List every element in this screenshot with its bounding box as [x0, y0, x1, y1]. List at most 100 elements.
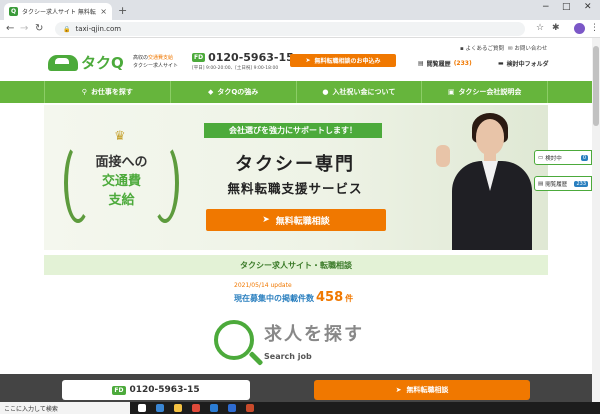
main-nav: ⚲ お仕事を探す ◆ タクQの強み ● 入社祝い金について ▣ タクシー会社説明…	[0, 81, 592, 103]
considering-folder-link[interactable]: ▬ 検討中フォルダ	[498, 59, 549, 68]
wreath-badge: ♛ 面接への 交通費 支給	[64, 123, 179, 228]
bottom-phone-button[interactable]: FD 0120-5963-15	[62, 380, 250, 400]
nav-label: タクQの強み	[217, 88, 259, 96]
float-considering-button[interactable]: ▭ 検討中 0	[534, 150, 592, 165]
bottom-phone-number: 0120-5963-15	[129, 385, 200, 395]
logo-text: タクQ	[81, 54, 124, 72]
paper-plane-icon: ➤	[305, 57, 311, 64]
float-history-button[interactable]: ▤ 閲覧履歴 233	[534, 176, 592, 191]
forward-arrow-icon[interactable]: →	[20, 23, 28, 34]
count-unit: 件	[345, 294, 354, 303]
bottom-consult-button[interactable]: ➤ 無料転職相談	[314, 380, 530, 400]
search-magnifier-icon	[214, 320, 254, 360]
nav-item-strengths[interactable]: ◆ タクQの強み	[171, 81, 297, 103]
freedial-icon: FD	[112, 385, 126, 395]
scrollbar-thumb[interactable]	[593, 46, 599, 126]
tagline-pre: 高収の	[133, 55, 149, 61]
new-tab-button[interactable]: +	[118, 4, 127, 17]
car-logo-icon	[48, 54, 78, 71]
browser-tab-bar: Q タクシー求人サイト 無料転職相談[タ × + − □ ✕	[0, 0, 600, 20]
search-icon: ⚲	[81, 88, 87, 96]
extensions-icon[interactable]: ✱	[552, 23, 560, 33]
freedial-icon: FD	[192, 53, 206, 62]
paper-plane-icon: ➤	[262, 215, 270, 225]
url-field[interactable]: 🔒 taxi-qjin.com	[55, 22, 525, 36]
folder-icon: ▭	[538, 154, 544, 161]
find-job-subtitle: Search job	[264, 352, 312, 361]
count-prefix: 現在募集中の掲載件数	[234, 294, 314, 303]
listing-count: 現在募集中の掲載件数 458 件	[234, 290, 353, 305]
crown-icon: ♛	[114, 129, 126, 144]
site-logo[interactable]: タクQ	[48, 52, 124, 73]
chrome-icon[interactable]	[192, 404, 200, 412]
browser-menu-icon[interactable]: ⋮	[590, 23, 599, 33]
folder-label: 検討中フォルダ	[506, 61, 549, 68]
history-count: (233)	[453, 60, 472, 67]
tagline-line2: タクシー求人サイト	[133, 63, 179, 69]
taskbar-search[interactable]: ここに入力して検索	[0, 402, 130, 414]
faq-link[interactable]: ▪ よくあるご質問	[460, 44, 504, 52]
contact-label: お問い合わせ	[514, 46, 548, 52]
nav-label: タクシー会社説明会	[458, 88, 522, 96]
tagline-highlight: 交通費支給	[148, 55, 174, 61]
nav-item-bonus[interactable]: ● 入社祝い金について	[297, 81, 423, 103]
phone-number: 0120-5963-15	[208, 51, 294, 64]
car-icon: ◆	[207, 88, 214, 96]
lock-icon: 🔒	[63, 25, 71, 33]
minimize-button[interactable]: −	[542, 2, 550, 12]
maximize-button[interactable]: □	[562, 2, 571, 12]
building-icon: ▣	[447, 88, 455, 96]
header-phone[interactable]: FD 0120-5963-15 [平日] 9:00-20:00、[土日祝] 9:…	[192, 51, 294, 71]
tab-close-icon[interactable]: ×	[100, 7, 107, 16]
history-label: 閲覧履歴	[426, 61, 451, 68]
paper-plane-icon: ➤	[395, 386, 402, 394]
float-history-count: 233	[574, 180, 588, 187]
find-job-title: 求人を探す	[264, 324, 364, 345]
history-link[interactable]: ▤ 閲覧履歴 (233)	[418, 59, 472, 68]
app-icon[interactable]	[246, 404, 254, 412]
float-considering-count: 0	[580, 154, 588, 161]
profile-avatar[interactable]	[574, 23, 585, 34]
wreath-line3: 支給	[108, 193, 135, 208]
store-icon[interactable]	[210, 404, 218, 412]
browser-tab[interactable]: Q タクシー求人サイト 無料転職相談[タ ×	[4, 3, 112, 20]
hero-banner: ♛ 面接への 交通費 支給 会社選びを強力にサポートします！ タクシー専門 無料…	[44, 105, 548, 250]
wreath-line1: 面接への	[95, 155, 148, 170]
hero-person-image	[432, 105, 548, 250]
bottom-consult-label: 無料転職相談	[406, 386, 449, 394]
site-header: タクQ 高収の交通費支給 タクシー求人サイト FD 0120-5963-15 […	[0, 38, 592, 78]
nav-label: 入社祝い金について	[332, 88, 396, 96]
task-view-icon[interactable]	[138, 404, 146, 412]
header-consult-button[interactable]: ➤ 無料転職相談のお申込み	[290, 54, 396, 67]
file-explorer-icon[interactable]	[174, 404, 182, 412]
section-band: タクシー求人サイト・転職相談	[44, 255, 548, 275]
count-value: 458	[316, 290, 344, 305]
faq-label: よくあるご質問	[465, 46, 504, 52]
nav-item-briefing[interactable]: ▣ タクシー会社説明会	[422, 81, 548, 103]
nav-item-find-job[interactable]: ⚲ お仕事を探す	[44, 81, 171, 103]
site-favicon-icon: Q	[9, 7, 18, 16]
reload-icon[interactable]: ↻	[35, 23, 43, 34]
os-taskbar: ここに入力して検索	[0, 402, 600, 414]
history-icon: ▤	[418, 60, 424, 67]
contact-link[interactable]: ✉ お問い合わせ	[508, 44, 547, 52]
bookmark-star-icon[interactable]: ☆	[536, 23, 544, 33]
tab-title: タクシー求人サイト 無料転職相談[タ	[22, 9, 96, 16]
update-date: 2021/05/14 update	[234, 282, 292, 289]
header-consult-label: 無料転職相談のお申込み	[314, 58, 381, 65]
hero-ribbon: 会社選びを強力にサポートします！	[204, 123, 382, 138]
hero-consult-label: 無料転職相談	[275, 216, 330, 227]
page-scrollbar[interactable]	[592, 38, 600, 402]
edge-icon[interactable]	[156, 404, 164, 412]
taskbar-search-text: ここに入力して検索	[4, 405, 58, 413]
url-text: taxi-qjin.com	[75, 25, 122, 33]
close-window-button[interactable]: ✕	[584, 2, 592, 12]
hero-consult-button[interactable]: ➤ 無料転職相談	[206, 209, 386, 231]
browser-address-bar: ← → ↻ 🔒 taxi-qjin.com ☆ ✱ ⋮	[0, 20, 600, 38]
phone-hours: [平日] 9:00-20:00、[土日祝] 9:00-18:00	[192, 66, 279, 71]
hero-subtitle: 無料転職支援サービス	[227, 181, 363, 196]
folder-icon: ▬	[498, 60, 504, 67]
mail-icon[interactable]	[228, 404, 236, 412]
nav-label: お仕事を探す	[90, 88, 133, 96]
back-arrow-icon[interactable]: ←	[6, 23, 14, 34]
